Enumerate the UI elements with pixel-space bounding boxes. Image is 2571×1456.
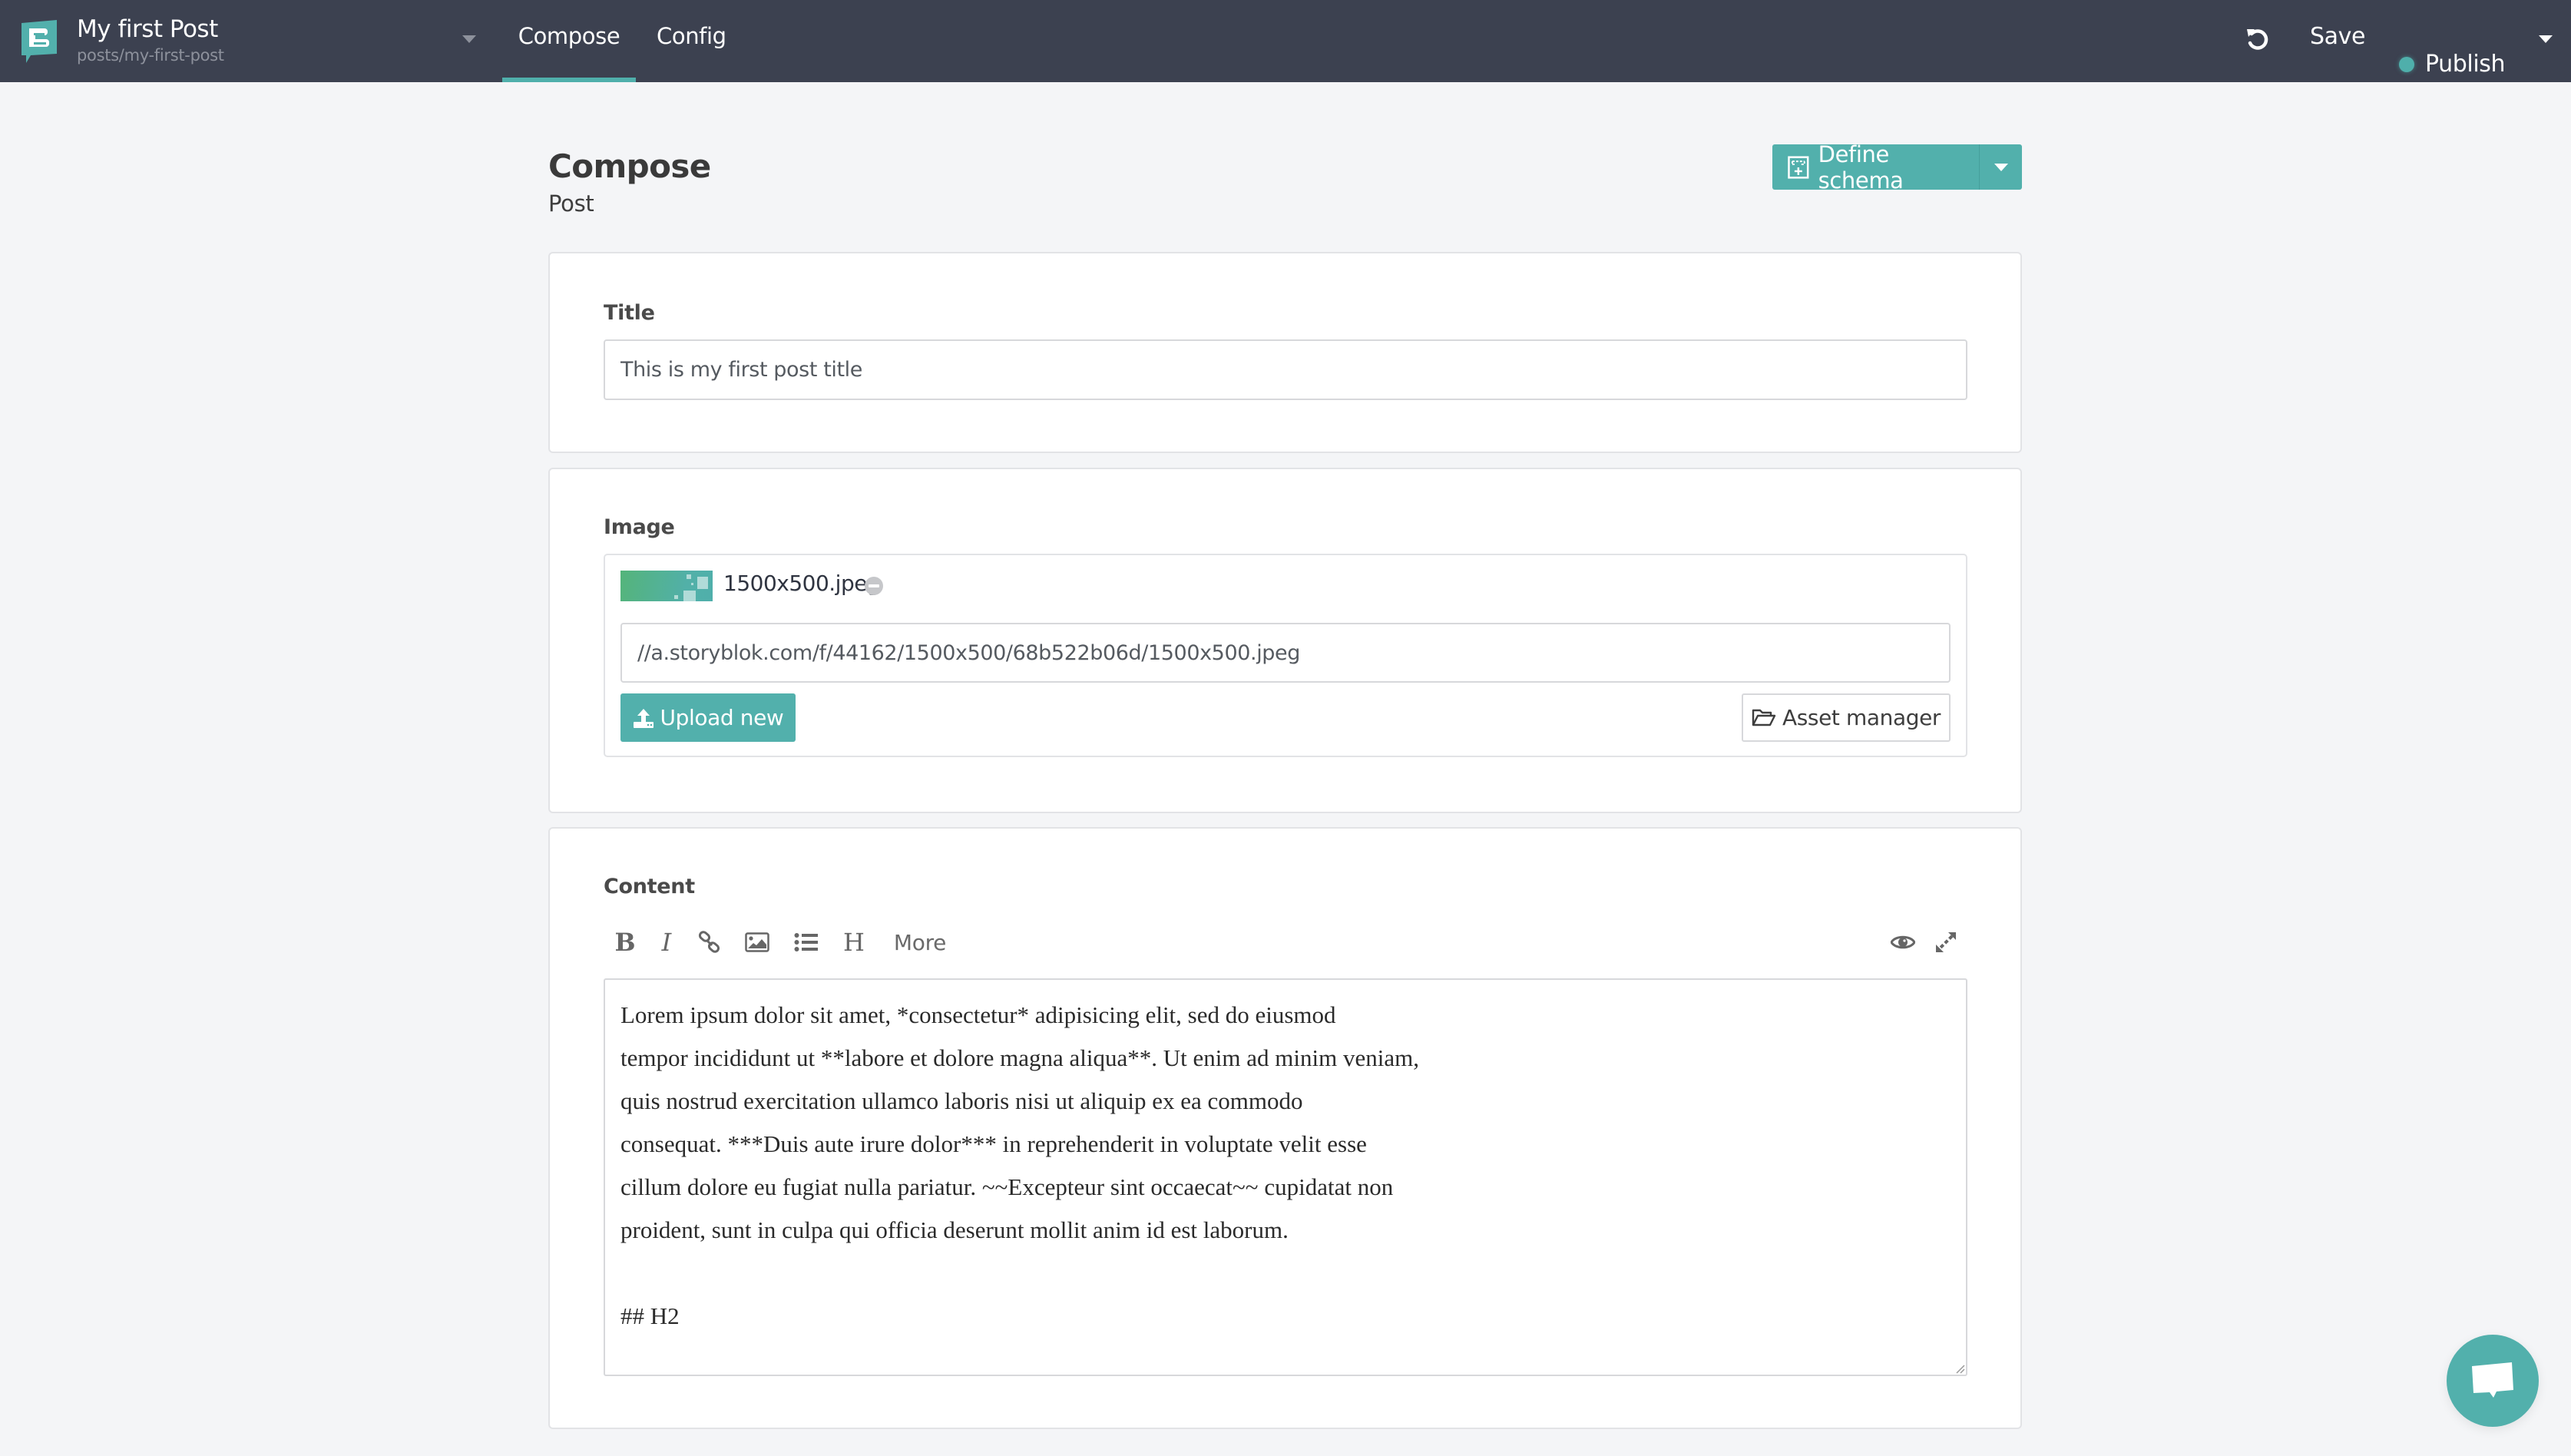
page-subtitle: Post bbox=[548, 190, 594, 217]
bold-button[interactable]: B bbox=[610, 921, 640, 964]
asset-filename: 1500x500.jpeg bbox=[723, 571, 881, 596]
image-icon bbox=[745, 932, 769, 952]
list-button[interactable] bbox=[789, 921, 823, 964]
remove-asset-icon[interactable] bbox=[865, 577, 883, 595]
insert-image-button[interactable] bbox=[740, 921, 774, 964]
chat-button[interactable] bbox=[2447, 1335, 2539, 1427]
preview-button[interactable] bbox=[1886, 921, 1920, 964]
tab-compose[interactable]: Compose bbox=[502, 23, 636, 82]
top-bar: My first Post posts/my-first-post Compos… bbox=[0, 0, 2571, 82]
upload-new-label: Upload new bbox=[660, 705, 784, 730]
tab-config[interactable]: Config bbox=[657, 23, 726, 82]
more-button[interactable]: More bbox=[889, 921, 951, 964]
publish-button[interactable]: Publish bbox=[2399, 23, 2506, 105]
title-input[interactable] bbox=[604, 339, 1967, 400]
title-field-label: Title bbox=[604, 301, 655, 325]
list-icon bbox=[794, 933, 818, 951]
chat-bubble-icon bbox=[2472, 1362, 2513, 1398]
resize-handle-icon[interactable] bbox=[1954, 1362, 1966, 1375]
undo-icon[interactable] bbox=[2242, 25, 2273, 55]
publish-status-dot bbox=[2399, 56, 2414, 72]
chevron-down-icon bbox=[1994, 163, 2008, 171]
content-field-label: Content bbox=[604, 875, 695, 898]
schema-icon bbox=[1788, 155, 1809, 179]
italic-button[interactable]: I bbox=[653, 921, 680, 964]
markdown-editor[interactable]: Lorem ipsum dolor sit amet, *consectetur… bbox=[604, 978, 1967, 1376]
asset-manager-label: Asset manager bbox=[1782, 705, 1941, 730]
document-slug: posts/my-first-post bbox=[77, 46, 224, 65]
storyblok-logo-icon[interactable] bbox=[18, 18, 60, 65]
link-icon bbox=[698, 931, 720, 953]
define-schema-label: Define schema bbox=[1818, 141, 1904, 194]
eye-icon bbox=[1891, 935, 1915, 949]
page-title: Compose bbox=[548, 147, 711, 185]
define-schema-dropdown[interactable] bbox=[1980, 144, 2022, 190]
upload-new-button[interactable]: Upload new bbox=[620, 693, 796, 742]
chevron-down-icon[interactable] bbox=[461, 34, 478, 45]
image-field-card: Image 1500x500.jpeg Upload new bbox=[548, 468, 2022, 813]
asset-url-input[interactable] bbox=[620, 623, 1951, 683]
expand-icon bbox=[1936, 932, 1956, 952]
publish-label: Publish bbox=[2425, 51, 2506, 78]
link-button[interactable] bbox=[693, 921, 726, 964]
image-field-label: Image bbox=[604, 515, 675, 539]
define-schema-button[interactable]: Define schema bbox=[1772, 141, 1980, 194]
title-field-card: Title bbox=[548, 252, 2022, 453]
asset-manager-button[interactable]: Asset manager bbox=[1742, 693, 1951, 742]
upload-icon bbox=[633, 708, 654, 728]
markdown-toolbar: B I H More bbox=[604, 921, 1967, 964]
content-field-card: Content B I H More Lorem ipsum dolor sit… bbox=[548, 827, 2022, 1429]
document-title: My first Post bbox=[77, 15, 218, 43]
define-schema-button-group: Define schema bbox=[1772, 141, 2022, 194]
folder-open-icon bbox=[1752, 709, 1776, 726]
image-thumbnail[interactable] bbox=[620, 571, 713, 601]
chevron-down-icon[interactable] bbox=[2537, 34, 2554, 45]
asset-box: 1500x500.jpeg Upload new Asset manager bbox=[604, 554, 1967, 757]
heading-button[interactable]: H bbox=[837, 921, 871, 964]
save-button[interactable]: Save bbox=[2310, 23, 2365, 105]
fullscreen-button[interactable] bbox=[1929, 921, 1963, 964]
